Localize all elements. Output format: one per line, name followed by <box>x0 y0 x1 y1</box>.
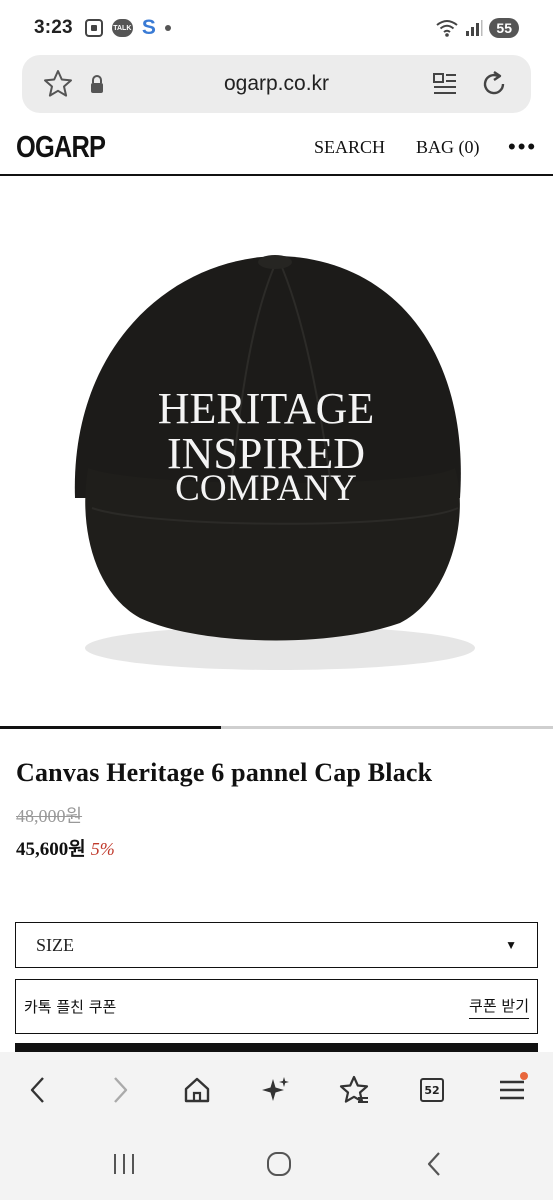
reload-icon[interactable] <box>479 69 509 99</box>
sale-price-row: 45,600원 5% <box>16 834 115 861</box>
home-button[interactable] <box>179 1072 215 1108</box>
recent-apps-icon <box>114 1154 134 1174</box>
site-header: OGARP SEARCH BAG (0) ••• <box>0 120 553 176</box>
status-time: 3:23 <box>34 17 73 38</box>
kakaotalk-icon: TALK <box>111 19 133 37</box>
sale-price: 45,600원 <box>16 839 86 860</box>
home-nav-button[interactable] <box>259 1148 299 1180</box>
discount-rate: 5% <box>90 839 115 859</box>
product-image[interactable]: HERITAGE INSPIRED COMPANY <box>0 178 553 728</box>
site-logo[interactable]: OGARP <box>16 129 106 165</box>
image-slider-progress-fill <box>0 726 222 729</box>
bookmarks-button[interactable] <box>336 1072 372 1108</box>
coupon-label: 카톡 플친 쿠폰 <box>24 998 117 1016</box>
hamburger-menu-icon <box>500 1080 524 1100</box>
back-nav-button[interactable] <box>414 1148 454 1180</box>
system-navigation-bar <box>0 1128 553 1200</box>
cap-embroidery-line-3: COMPANY <box>175 468 357 509</box>
battery-indicator: 55 <box>489 18 519 38</box>
coupon-box: 카톡 플친 쿠폰 쿠폰 받기 <box>15 979 538 1034</box>
size-select[interactable]: SIZE ▼ <box>15 922 538 968</box>
screenshot-icon <box>84 19 103 37</box>
status-right: 55 <box>435 18 519 38</box>
forward-button[interactable] <box>102 1072 138 1108</box>
browser-toolbar: 52 <box>0 1052 553 1128</box>
tabs-count-icon: 52 <box>420 1078 444 1102</box>
address-bar[interactable]: ogarp.co.kr <box>22 55 531 113</box>
forward-arrow-icon <box>114 1077 128 1103</box>
cap-illustration: HERITAGE INSPIRED COMPANY <box>74 255 475 670</box>
size-select-label: SIZE <box>36 934 74 955</box>
reader-mode-icon[interactable] <box>432 71 458 97</box>
ai-sparkle-button[interactable] <box>258 1072 294 1108</box>
status-notification-icons: TALK S <box>84 16 171 40</box>
original-price: 48,000원 <box>16 806 83 826</box>
home-circle-icon <box>267 1152 291 1176</box>
s-app-icon: S <box>141 16 156 39</box>
screen: 3:23 TALK S 55 ogarp.co.kr OGARP SEARCH … <box>0 0 553 1200</box>
back-button[interactable] <box>20 1072 56 1108</box>
recent-apps-button[interactable] <box>104 1148 144 1180</box>
more-notifications-dot-icon <box>164 25 171 31</box>
cap-embroidery-line-1: HERITAGE <box>158 384 374 433</box>
back-arrow-icon <box>30 1077 44 1103</box>
back-chevron-icon <box>427 1152 440 1176</box>
sparkle-icon <box>262 1077 289 1101</box>
bookmarks-star-icon <box>339 1075 369 1103</box>
home-icon <box>184 1077 210 1103</box>
notification-dot <box>520 1072 528 1080</box>
image-slider-progress[interactable] <box>0 726 553 729</box>
product-title: Canvas Heritage 6 pannel Cap Black <box>16 758 433 787</box>
get-coupon-button[interactable]: 쿠폰 받기 <box>469 995 529 1019</box>
bag-link[interactable]: BAG (0) <box>416 137 480 158</box>
dropdown-caret-icon: ▼ <box>505 938 517 952</box>
more-menu-button[interactable]: ••• <box>508 134 537 160</box>
search-link[interactable]: SEARCH <box>314 137 385 158</box>
menu-button[interactable] <box>494 1072 530 1108</box>
tabs-button[interactable]: 52 <box>414 1072 450 1108</box>
status-bar: 3:23 TALK S 55 <box>0 0 553 56</box>
signal-icon <box>466 20 483 36</box>
wifi-icon <box>436 20 459 37</box>
